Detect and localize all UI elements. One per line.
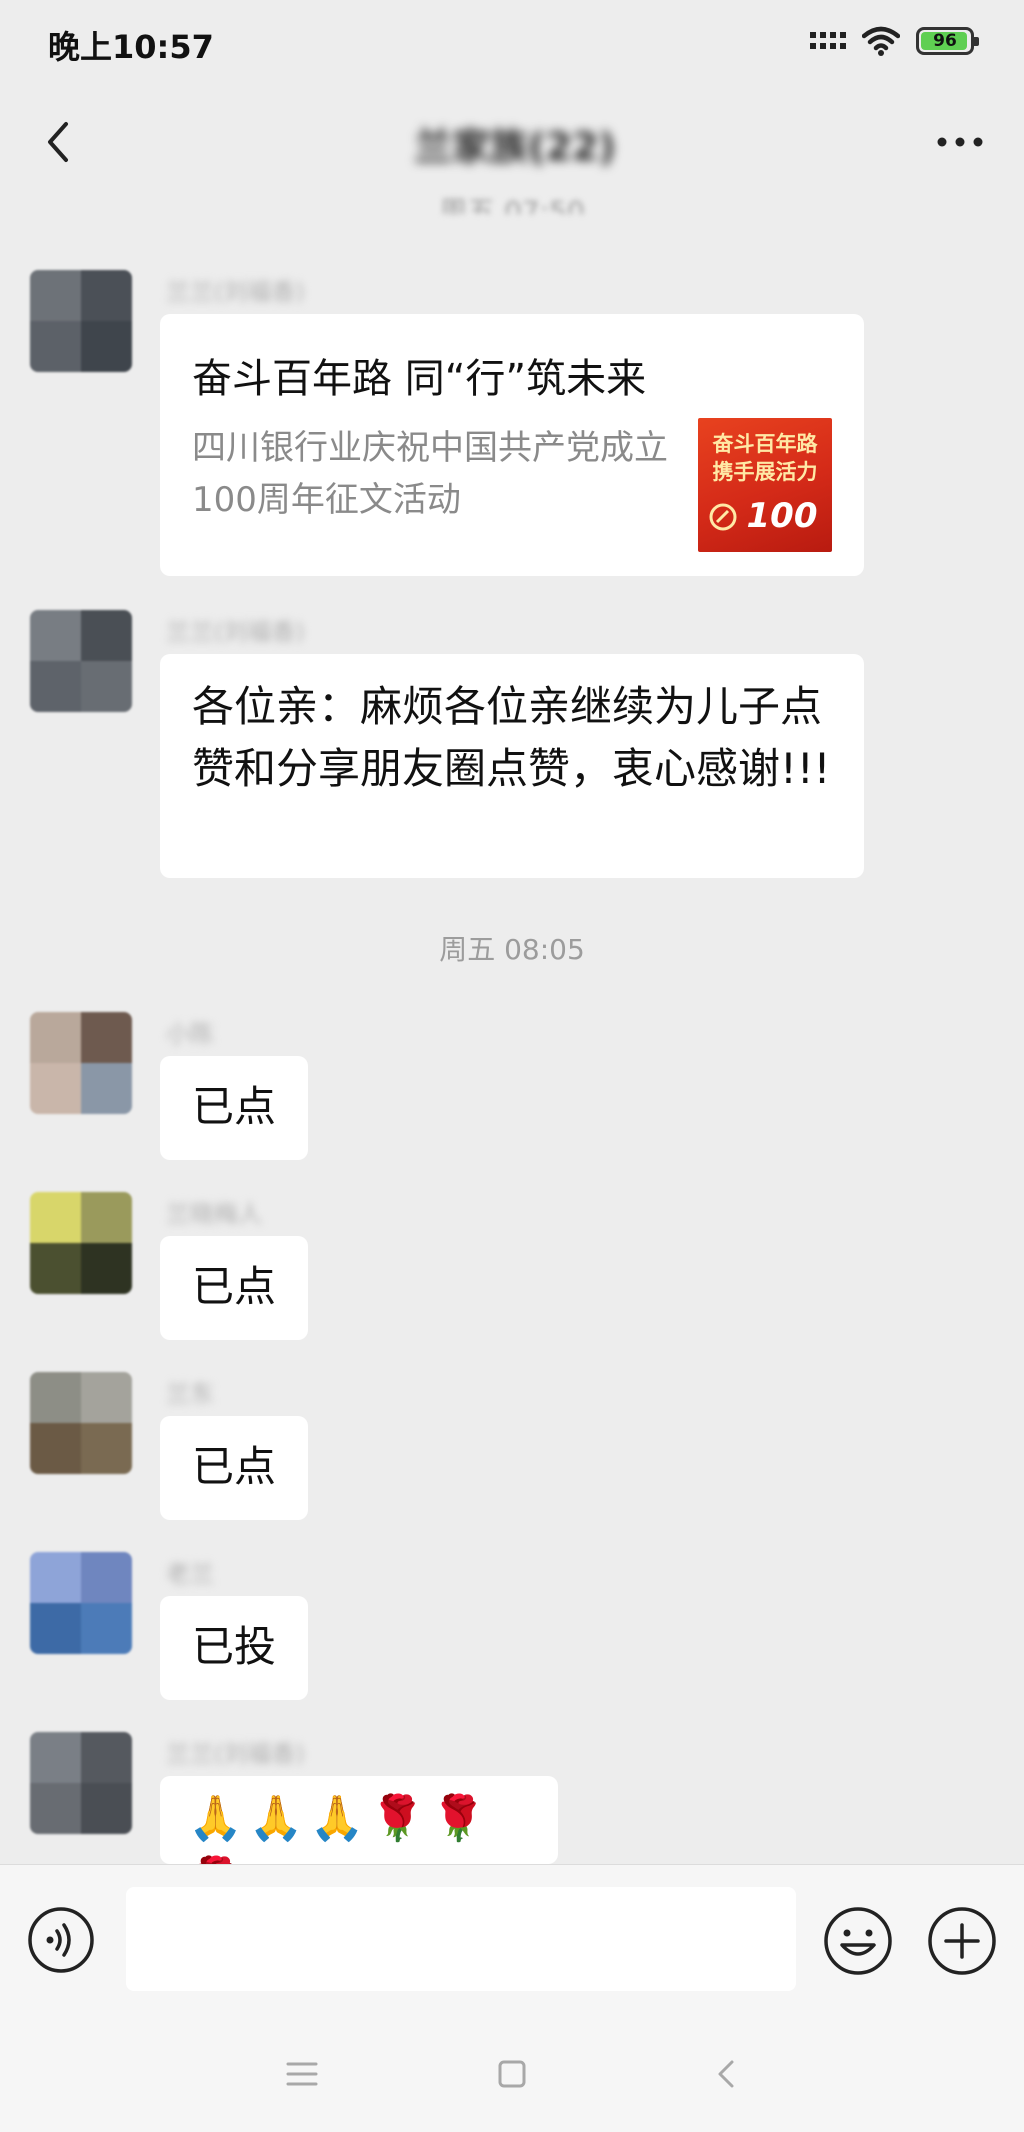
message-bubble[interactable]: 已点 xyxy=(160,1416,308,1520)
sender-name: 小陈 xyxy=(166,1020,214,1048)
thumbnail-badge: 100 xyxy=(746,496,818,536)
message-bubble[interactable]: 各位亲：麻烦各位亲继续为儿子点赞和分享朋友圈点赞，衷心感谢!!! xyxy=(160,654,864,878)
avatar[interactable] xyxy=(30,1372,132,1474)
sender-name: 兰晓梅人 xyxy=(166,1200,262,1228)
message-text: 已点 xyxy=(192,1082,277,1131)
chat-header: 兰家族(22) xyxy=(0,92,1024,200)
back-icon[interactable] xyxy=(708,2056,748,2092)
system-nav-bar xyxy=(0,2010,1024,2132)
message-bubble[interactable]: 已点 xyxy=(160,1236,308,1340)
link-card[interactable]: 奋斗百年路 同“行”筑未来 四川银行业庆祝中国共产党成立100周年征文活动 奋斗… xyxy=(160,314,864,576)
sender-name: 兰东 xyxy=(166,1380,214,1408)
sender-name: 兰兰(刘福香) xyxy=(166,1740,305,1768)
avatar[interactable] xyxy=(30,1552,132,1654)
thumbnail-line: 奋斗百年路 xyxy=(712,432,818,456)
message-text: 各位亲：麻烦各位亲继续为儿子点赞和分享朋友圈点赞，衷心感谢!!! xyxy=(192,682,831,793)
avatar[interactable] xyxy=(30,1192,132,1294)
status-time: 晚上10:57 xyxy=(48,28,214,66)
time-divider: 周五 07:50 xyxy=(439,195,585,214)
input-bar xyxy=(0,1864,1024,2011)
battery-icon: 96 xyxy=(916,27,979,55)
menu-icon[interactable] xyxy=(282,2056,322,2092)
sender-name: 兰兰(刘福香) xyxy=(166,618,305,646)
emoji-icon[interactable] xyxy=(822,1905,894,1977)
link-thumbnail: 奋斗百年路 携手展活力 100 xyxy=(698,418,832,552)
thumbnail-line: 携手展活力 xyxy=(712,460,818,484)
message-input[interactable] xyxy=(126,1887,796,1991)
message-text: 已点 xyxy=(192,1442,277,1491)
message-text: 已点 xyxy=(192,1262,277,1311)
avatar[interactable] xyxy=(30,1012,132,1114)
status-icons: 96 xyxy=(810,26,979,56)
message-text: 已投 xyxy=(192,1622,277,1671)
message-bubble[interactable]: 已投 xyxy=(160,1596,308,1700)
link-description: 四川银行业庆祝中国共产党成立100周年征文活动 xyxy=(192,428,668,520)
voice-input-icon[interactable] xyxy=(26,1905,96,1975)
home-icon[interactable] xyxy=(492,2056,532,2092)
chat-title: 兰家族(22) xyxy=(414,125,616,169)
link-title: 奋斗百年路 同“行”筑未来 xyxy=(192,356,647,402)
message-bubble[interactable]: 🙏🙏🙏🌹🌹🌹 xyxy=(160,1776,558,1864)
party-emblem-icon xyxy=(709,503,737,531)
emoji-message: 🙏🙏🙏🌹🌹🌹 xyxy=(188,1793,492,1864)
sender-name: 兰兰(刘福香) xyxy=(166,278,305,306)
status-bar: 晚上10:57 96 xyxy=(0,0,1024,92)
sender-name: 老兰 xyxy=(166,1560,214,1588)
avatar[interactable] xyxy=(30,270,132,372)
add-icon[interactable] xyxy=(926,1905,998,1977)
avatar[interactable] xyxy=(30,610,132,712)
more-options-icon[interactable] xyxy=(928,112,992,172)
time-divider: 周五 08:05 xyxy=(439,933,585,966)
back-arrow-icon[interactable] xyxy=(30,112,90,172)
wifi-icon xyxy=(862,26,900,56)
avatar[interactable] xyxy=(30,1732,132,1834)
message-bubble[interactable]: 已点 xyxy=(160,1056,308,1160)
signal-icon xyxy=(810,32,846,49)
battery-level: 96 xyxy=(933,31,957,51)
